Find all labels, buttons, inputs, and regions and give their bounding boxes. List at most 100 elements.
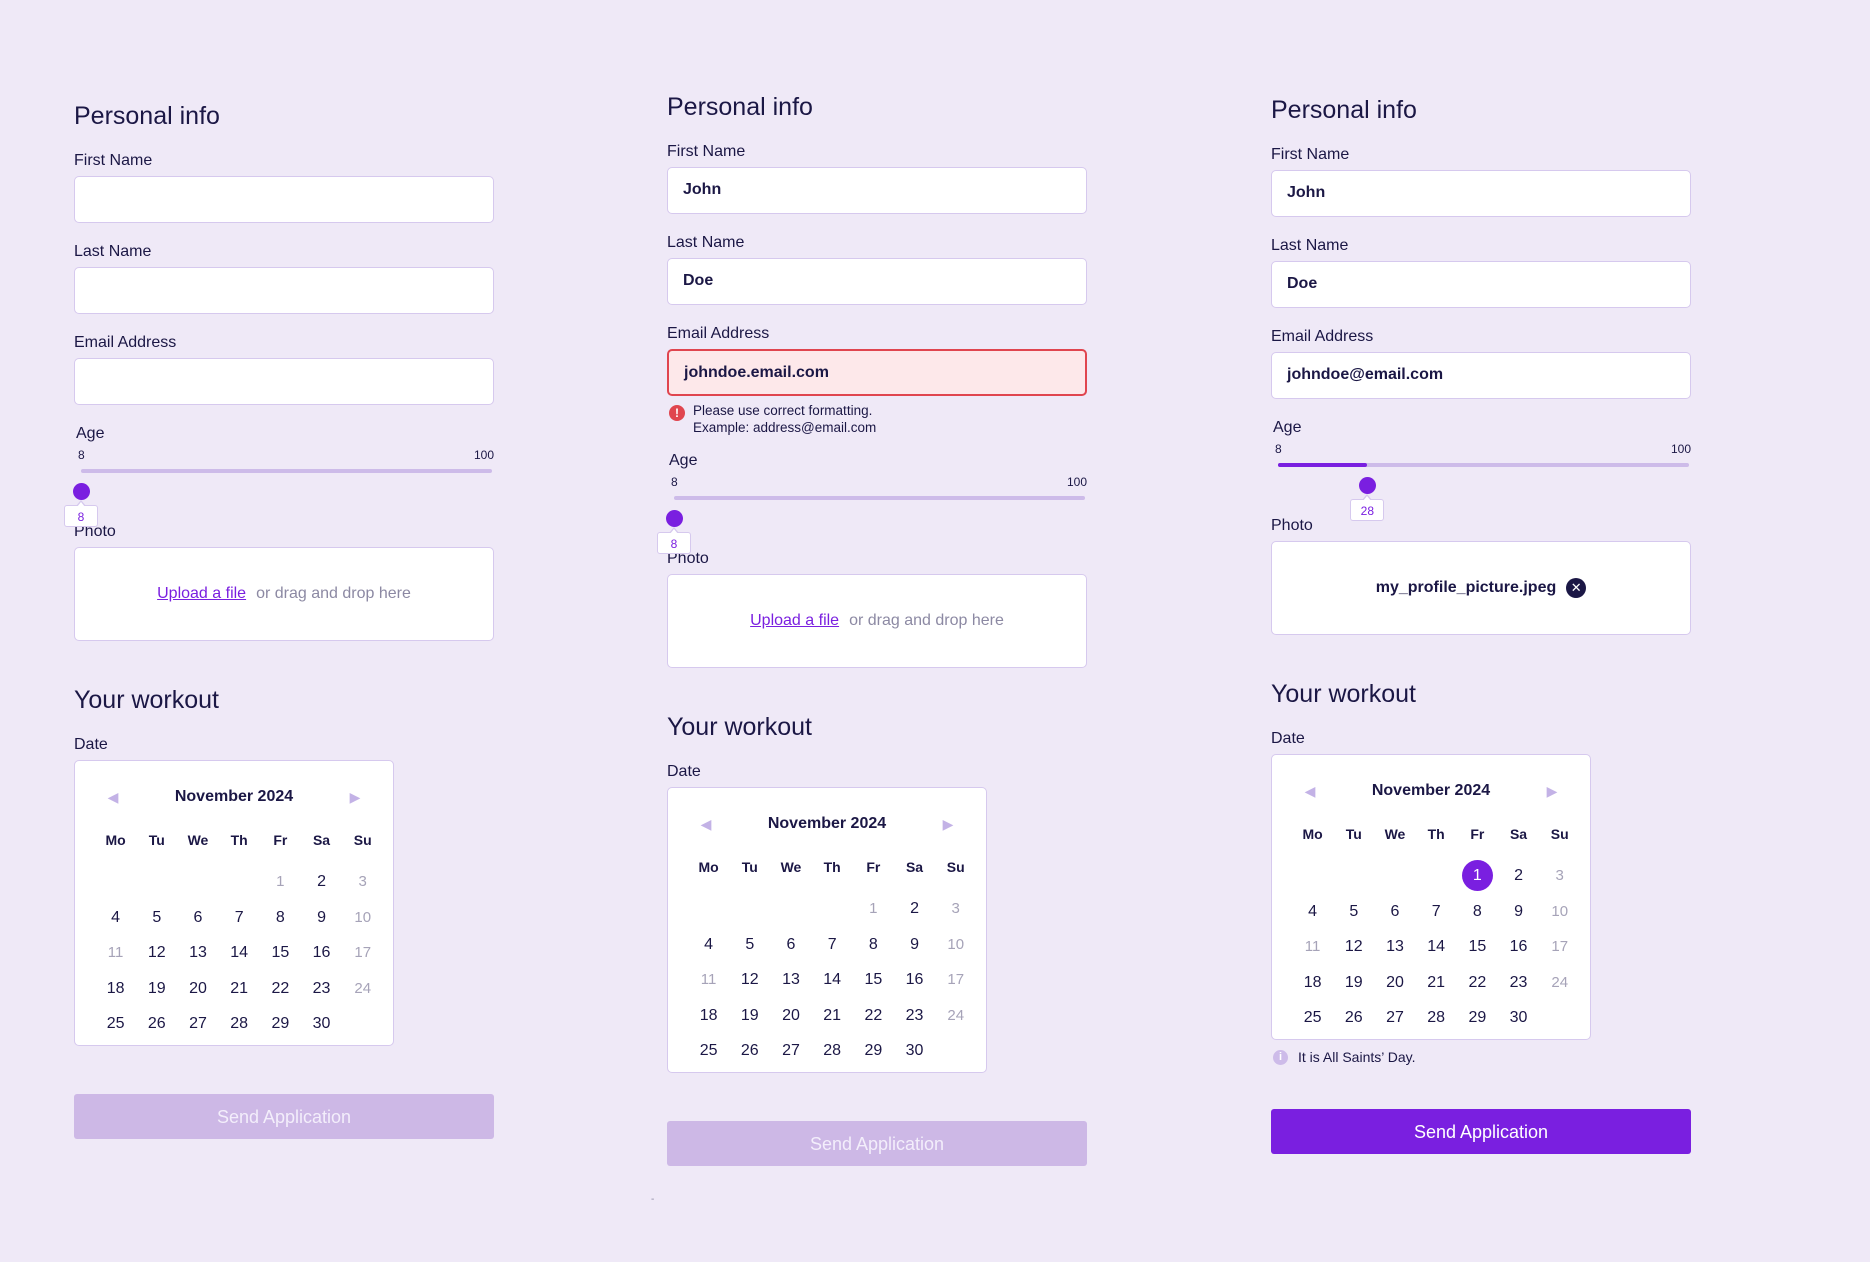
- calendar-day-21[interactable]: 21: [219, 971, 260, 1007]
- calendar-day-6[interactable]: 6: [770, 927, 811, 963]
- calendar-day-27[interactable]: 27: [1374, 1000, 1415, 1036]
- calendar-day-4[interactable]: 4: [1292, 894, 1333, 930]
- slider-track[interactable]: 28: [1278, 463, 1689, 521]
- calendar-day-13[interactable]: 13: [770, 962, 811, 998]
- age-slider[interactable]: 8 100 8: [64, 448, 494, 527]
- calendar-day-15[interactable]: 15: [1457, 929, 1498, 965]
- calendar-day-30[interactable]: 30: [301, 1006, 342, 1042]
- send-application-button[interactable]: Send Application: [1271, 1109, 1691, 1154]
- calendar-day-5[interactable]: 5: [1333, 894, 1374, 930]
- calendar-day-20[interactable]: 20: [770, 998, 811, 1034]
- calendar-day-20[interactable]: 20: [177, 971, 218, 1007]
- calendar-day-8[interactable]: 8: [853, 927, 894, 963]
- calendar-day-16[interactable]: 16: [301, 935, 342, 971]
- calendar-day-6[interactable]: 6: [177, 900, 218, 936]
- calendar-day-2[interactable]: 2: [894, 891, 935, 927]
- prev-month-icon[interactable]: ◀: [698, 816, 714, 833]
- calendar-day-5[interactable]: 5: [136, 900, 177, 936]
- calendar-day-7[interactable]: 7: [812, 927, 853, 963]
- email-input[interactable]: johndoe@email.com: [1271, 352, 1691, 399]
- calendar-day-14[interactable]: 14: [812, 962, 853, 998]
- calendar-day-7[interactable]: 7: [219, 900, 260, 936]
- send-application-button[interactable]: Send Application: [667, 1121, 1087, 1166]
- calendar-day-9[interactable]: 9: [1498, 894, 1539, 930]
- calendar-day-28[interactable]: 28: [219, 1006, 260, 1042]
- calendar-day-15[interactable]: 15: [853, 962, 894, 998]
- calendar-day-12[interactable]: 12: [1333, 929, 1374, 965]
- send-application-button[interactable]: Send Application: [74, 1094, 494, 1139]
- calendar-day-18[interactable]: 18: [1292, 965, 1333, 1001]
- calendar-day-20[interactable]: 20: [1374, 965, 1415, 1001]
- first-name-input[interactable]: [74, 176, 494, 223]
- calendar-day-1[interactable]: 1: [1457, 858, 1498, 894]
- calendar-day-21[interactable]: 21: [1416, 965, 1457, 1001]
- calendar-day-19[interactable]: 19: [729, 998, 770, 1034]
- calendar-day-29[interactable]: 29: [1457, 1000, 1498, 1036]
- email-input[interactable]: johndoe.email.com: [667, 349, 1087, 396]
- calendar-day-22[interactable]: 22: [260, 971, 301, 1007]
- calendar-day-9[interactable]: 9: [894, 927, 935, 963]
- calendar-day-28[interactable]: 28: [1416, 1000, 1457, 1036]
- slider-thumb[interactable]: [666, 510, 683, 527]
- calendar-day-7[interactable]: 7: [1416, 894, 1457, 930]
- calendar-day-8[interactable]: 8: [260, 900, 301, 936]
- photo-dropzone[interactable]: my_profile_picture.jpeg ✕: [1271, 541, 1691, 635]
- calendar-day-14[interactable]: 14: [219, 935, 260, 971]
- calendar-day-23[interactable]: 23: [894, 998, 935, 1034]
- email-input[interactable]: [74, 358, 494, 405]
- calendar-day-25[interactable]: 25: [1292, 1000, 1333, 1036]
- calendar-day-23[interactable]: 23: [1498, 965, 1539, 1001]
- remove-file-icon[interactable]: ✕: [1566, 578, 1587, 598]
- calendar-day-25[interactable]: 25: [688, 1033, 729, 1069]
- calendar-day-16[interactable]: 16: [1498, 929, 1539, 965]
- slider-thumb[interactable]: [1359, 477, 1377, 494]
- slider-track[interactable]: 8: [657, 496, 1085, 554]
- calendar-day-16[interactable]: 16: [894, 962, 935, 998]
- calendar-day-18[interactable]: 18: [95, 971, 136, 1007]
- calendar-day-29[interactable]: 29: [260, 1006, 301, 1042]
- calendar-day-8[interactable]: 8: [1457, 894, 1498, 930]
- calendar-day-19[interactable]: 19: [1333, 965, 1374, 1001]
- calendar-day-26[interactable]: 26: [729, 1033, 770, 1069]
- calendar-day-21[interactable]: 21: [812, 998, 853, 1034]
- next-month-icon[interactable]: ▶: [1544, 783, 1560, 800]
- calendar-day-15[interactable]: 15: [260, 935, 301, 971]
- slider-track[interactable]: 8: [64, 469, 492, 527]
- calendar-day-13[interactable]: 13: [177, 935, 218, 971]
- calendar-day-22[interactable]: 22: [853, 998, 894, 1034]
- calendar-day-6[interactable]: 6: [1374, 894, 1415, 930]
- calendar-day-22[interactable]: 22: [1457, 965, 1498, 1001]
- calendar-day-2[interactable]: 2: [301, 864, 342, 900]
- calendar-day-18[interactable]: 18: [688, 998, 729, 1034]
- calendar-day-28[interactable]: 28: [812, 1033, 853, 1069]
- last-name-input[interactable]: Doe: [667, 258, 1087, 305]
- calendar-day-4[interactable]: 4: [95, 900, 136, 936]
- age-slider[interactable]: 8 100 28: [1271, 442, 1691, 521]
- calendar-day-27[interactable]: 27: [770, 1033, 811, 1069]
- calendar-day-26[interactable]: 26: [136, 1006, 177, 1042]
- calendar-day-12[interactable]: 12: [136, 935, 177, 971]
- calendar-day-25[interactable]: 25: [95, 1006, 136, 1042]
- calendar-day-29[interactable]: 29: [853, 1033, 894, 1069]
- calendar-day-4[interactable]: 4: [688, 927, 729, 963]
- calendar-day-23[interactable]: 23: [301, 971, 342, 1007]
- next-month-icon[interactable]: ▶: [347, 789, 363, 806]
- prev-month-icon[interactable]: ◀: [105, 789, 121, 806]
- calendar-day-14[interactable]: 14: [1416, 929, 1457, 965]
- calendar-day-30[interactable]: 30: [894, 1033, 935, 1069]
- calendar-day-9[interactable]: 9: [301, 900, 342, 936]
- first-name-input[interactable]: John: [667, 167, 1087, 214]
- first-name-input[interactable]: John: [1271, 170, 1691, 217]
- slider-thumb[interactable]: [73, 483, 90, 500]
- calendar-day-19[interactable]: 19: [136, 971, 177, 1007]
- calendar-day-30[interactable]: 30: [1498, 1000, 1539, 1036]
- calendar-day-5[interactable]: 5: [729, 927, 770, 963]
- last-name-input[interactable]: [74, 267, 494, 314]
- last-name-input[interactable]: Doe: [1271, 261, 1691, 308]
- calendar-day-12[interactable]: 12: [729, 962, 770, 998]
- photo-dropzone[interactable]: Upload a file or drag and drop here: [667, 574, 1087, 668]
- calendar-day-26[interactable]: 26: [1333, 1000, 1374, 1036]
- calendar-day-13[interactable]: 13: [1374, 929, 1415, 965]
- calendar-day-2[interactable]: 2: [1498, 858, 1539, 894]
- next-month-icon[interactable]: ▶: [940, 816, 956, 833]
